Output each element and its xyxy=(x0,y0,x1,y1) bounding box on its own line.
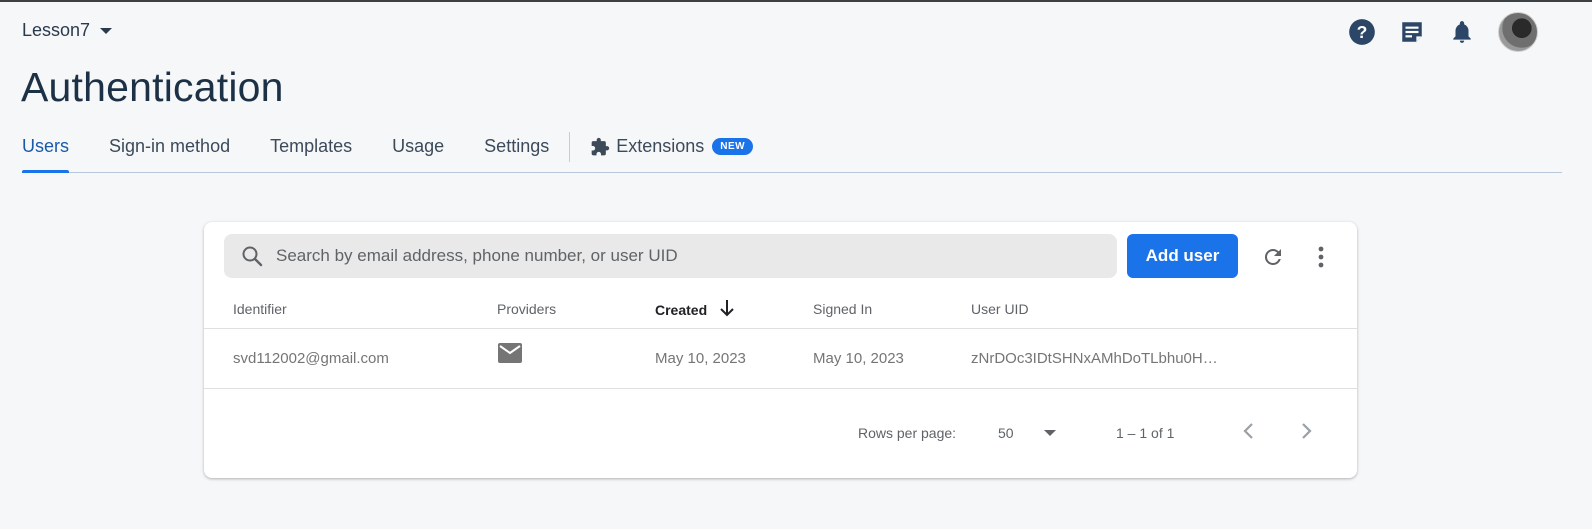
help-icon[interactable]: ? xyxy=(1348,18,1376,46)
tab-templates[interactable]: Templates xyxy=(270,130,352,172)
cell-created: May 10, 2023 xyxy=(655,350,746,367)
rows-per-page-label: Rows per page: xyxy=(858,425,957,441)
chevron-down-icon xyxy=(100,27,113,34)
notifications-icon[interactable] xyxy=(1448,18,1476,46)
chevron-left-icon xyxy=(1242,422,1254,445)
tab-extensions[interactable]: Extensions NEW xyxy=(590,130,754,172)
add-user-button[interactable]: Add user xyxy=(1127,234,1238,278)
column-created-label: Created xyxy=(655,301,708,318)
pagination: Rows per page: 50 1 – 1 of 1 xyxy=(204,389,1357,478)
avatar[interactable] xyxy=(1498,12,1538,52)
arrow-down-icon xyxy=(719,299,735,320)
page-title: Authentication xyxy=(21,64,284,110)
tab-usage[interactable]: Usage xyxy=(392,130,444,172)
column-identifier[interactable]: Identifier xyxy=(233,301,287,317)
users-card: Add user Identifier Providers Created Si… xyxy=(204,222,1357,478)
tab-divider xyxy=(569,132,571,162)
rows-per-page-value: 50 xyxy=(998,425,1014,441)
tab-bar: Users Sign-in method Templates Usage Set… xyxy=(22,130,1562,173)
column-signed-in[interactable]: Signed In xyxy=(813,301,872,317)
table-header: Identifier Providers Created Signed In U… xyxy=(204,292,1357,329)
tab-extensions-label: Extensions xyxy=(616,136,705,156)
column-created[interactable]: Created xyxy=(655,299,735,320)
cell-user-uid: zNrDOc3IDtSHNxAMhDoTLbhu0H… xyxy=(971,350,1218,367)
rows-per-page-select[interactable]: 50 xyxy=(998,419,1058,447)
column-user-uid[interactable]: User UID xyxy=(971,301,1029,317)
refresh-icon[interactable] xyxy=(1259,243,1287,271)
tab-sign-in-method[interactable]: Sign-in method xyxy=(109,130,230,172)
tab-users[interactable]: Users xyxy=(22,130,70,173)
cell-signed-in: May 10, 2023 xyxy=(813,350,904,367)
table-row[interactable]: svd112002@gmail.com May 10, 2023 May 10,… xyxy=(204,329,1357,389)
new-badge: NEW xyxy=(712,138,754,155)
next-page-button[interactable] xyxy=(1293,419,1321,447)
svg-text:?: ? xyxy=(1357,22,1368,42)
tab-settings[interactable]: Settings xyxy=(484,130,549,172)
cell-identifier: svd112002@gmail.com xyxy=(233,350,389,367)
email-icon xyxy=(498,343,522,367)
search-box[interactable] xyxy=(224,234,1117,278)
top-actions: ? xyxy=(1348,12,1538,52)
column-providers[interactable]: Providers xyxy=(497,301,556,317)
puzzle-icon xyxy=(590,137,610,162)
window-top-border xyxy=(0,0,1592,2)
project-selector[interactable]: Lesson7 xyxy=(22,20,113,41)
search-icon xyxy=(240,244,264,268)
release-notes-icon[interactable] xyxy=(1398,18,1426,46)
page-range: 1 – 1 of 1 xyxy=(1116,425,1175,441)
chevron-down-icon xyxy=(1044,430,1056,436)
chevron-right-icon xyxy=(1301,422,1313,445)
prev-page-button[interactable] xyxy=(1234,419,1262,447)
search-input[interactable] xyxy=(276,246,1096,266)
more-vert-icon[interactable] xyxy=(1309,243,1333,271)
project-name: Lesson7 xyxy=(22,20,91,40)
